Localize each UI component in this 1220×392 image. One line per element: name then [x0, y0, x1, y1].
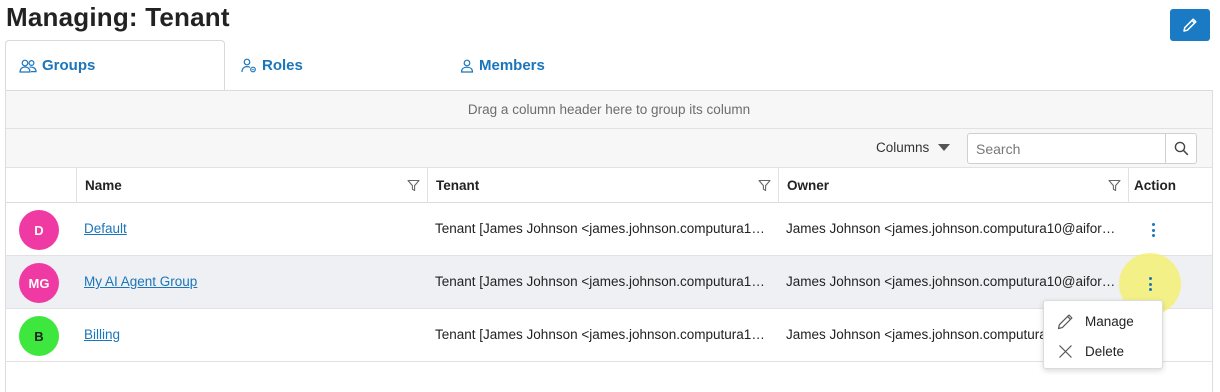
action-cell: [1122, 203, 1182, 256]
grid-header: Name Tenant Owner Action: [6, 168, 1212, 203]
group-name-link[interactable]: Billing: [84, 327, 120, 342]
avatar: MG: [19, 263, 59, 303]
table-row: D Default Tenant [James Johnson <james.j…: [6, 203, 1212, 256]
tab-groups[interactable]: Groups: [5, 40, 225, 91]
edit-button[interactable]: [1170, 9, 1210, 41]
header-label: Name: [85, 178, 122, 193]
header-label: Tenant: [436, 178, 480, 193]
tenant-cell: Tenant [James Johnson <james.johnson.com…: [435, 327, 770, 342]
grid-toolbar: Columns: [6, 129, 1212, 168]
owner-cell: James Johnson <james.johnson.computura10…: [786, 274, 1121, 289]
avatar: D: [19, 210, 59, 250]
column-header-name[interactable]: Name: [76, 168, 428, 203]
group-name-link[interactable]: My AI Agent Group: [84, 274, 197, 289]
menu-item-delete[interactable]: Delete: [1044, 336, 1162, 366]
more-vertical-icon[interactable]: [1147, 275, 1153, 293]
column-header-tenant[interactable]: Tenant: [427, 168, 779, 203]
tab-label: Groups: [42, 57, 96, 74]
filter-icon[interactable]: [1108, 179, 1121, 192]
groups-icon: [19, 59, 37, 73]
search-input[interactable]: [968, 134, 1165, 163]
tenant-cell: Tenant [James Johnson <james.johnson.com…: [435, 221, 770, 236]
header-label: Action: [1134, 178, 1176, 193]
column-header-owner[interactable]: Owner: [778, 168, 1129, 203]
table-row: B Billing Tenant [James Johnson <james.j…: [6, 309, 1212, 362]
member-icon: [460, 59, 474, 73]
roles-icon: [241, 58, 256, 73]
owner-cell: James Johnson <james.johnson.computura10…: [786, 221, 1121, 236]
filter-icon[interactable]: [758, 179, 771, 192]
action-menu: Manage Delete: [1043, 300, 1163, 369]
column-header-action: Action: [1128, 168, 1212, 203]
pencil-icon: [1183, 18, 1197, 32]
more-vertical-icon[interactable]: [1150, 221, 1156, 239]
search-box: [967, 133, 1197, 164]
caret-down-icon: [938, 144, 951, 151]
columns-label: Columns: [876, 140, 930, 155]
avatar: B: [19, 316, 59, 356]
table-row: MG My AI Agent Group Tenant [James Johns…: [6, 256, 1212, 309]
group-name-link[interactable]: Default: [84, 221, 127, 236]
menu-item-manage[interactable]: Manage: [1044, 306, 1162, 336]
menu-item-label: Manage: [1085, 313, 1134, 329]
search-icon: [1174, 141, 1188, 156]
tab-members[interactable]: Members: [460, 40, 545, 91]
tab-label: Members: [479, 57, 545, 74]
filter-icon[interactable]: [407, 179, 420, 192]
columns-button[interactable]: Columns: [876, 140, 951, 155]
tab-roles[interactable]: Roles: [241, 40, 303, 91]
page-title: Managing: Tenant: [6, 2, 230, 32]
tenant-cell: Tenant [James Johnson <james.johnson.com…: [435, 274, 770, 289]
tab-bar: Groups Roles Members: [5, 40, 1213, 91]
group-panel: Drag a column header here to group its c…: [6, 91, 1212, 129]
pencil-icon: [1057, 314, 1073, 329]
header-label: Owner: [787, 178, 830, 193]
tab-label: Roles: [262, 57, 303, 74]
close-icon: [1059, 344, 1072, 358]
groups-grid: Drag a column header here to group its c…: [5, 90, 1213, 392]
search-button[interactable]: [1165, 134, 1196, 163]
menu-item-label: Delete: [1085, 343, 1125, 359]
